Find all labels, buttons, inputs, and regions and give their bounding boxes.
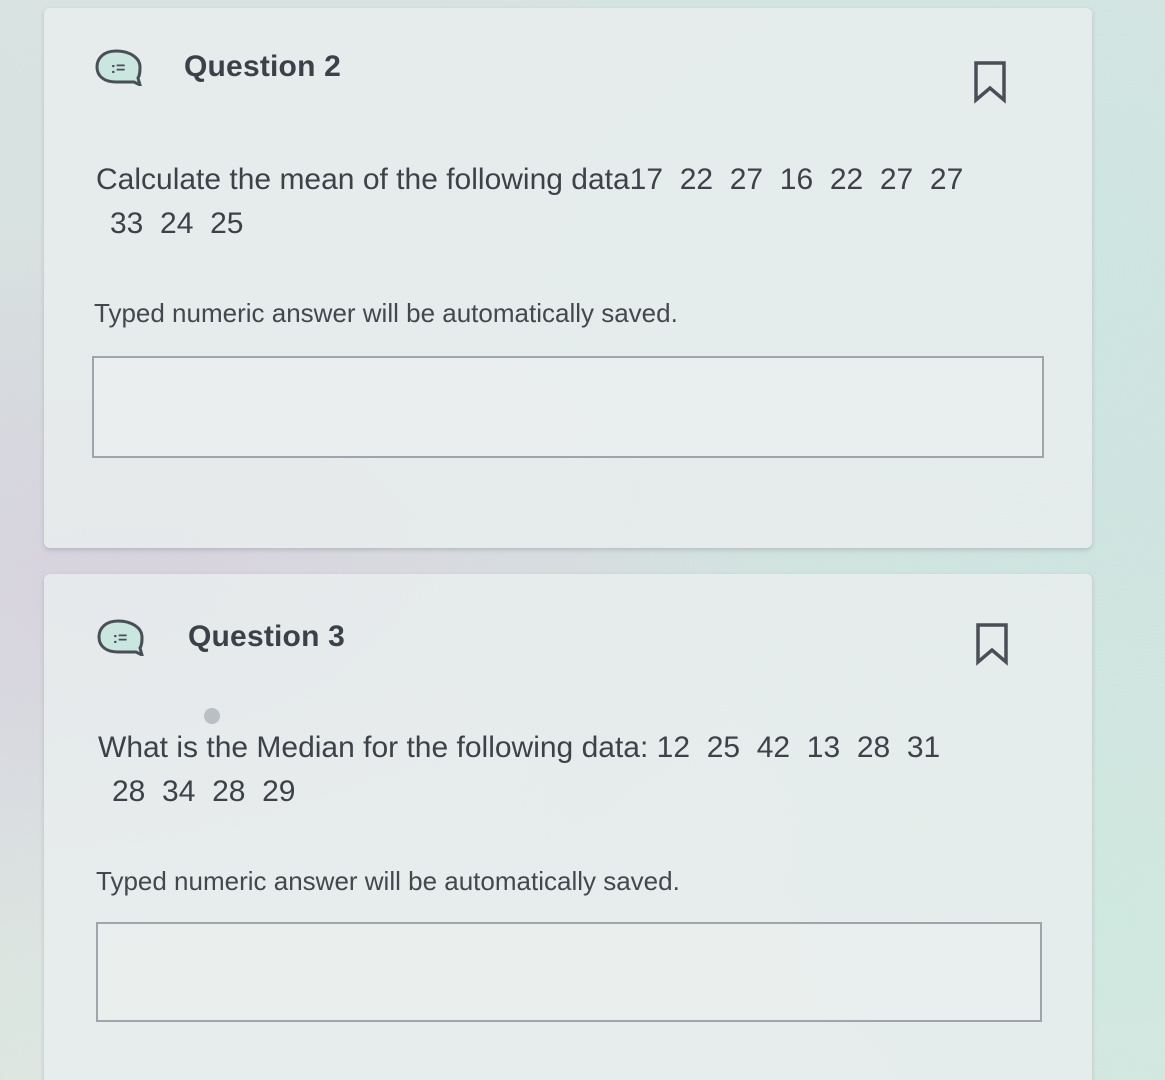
answer-hint: Typed numeric answer will be automatical… — [96, 866, 680, 896]
question-prompt: Calculate the mean of the following data — [96, 163, 630, 196]
question-data-values: 12 25 42 13 28 31 — [656, 731, 941, 764]
svg-text::=: := — [113, 630, 128, 647]
question-text: Calculate the mean of the following data… — [96, 158, 963, 246]
numeric-answer-input[interactable] — [92, 356, 1044, 458]
question-data-values-continued: 33 24 25 — [110, 207, 244, 240]
question-prompt: What is the Median for the following dat… — [98, 731, 649, 764]
question-title: Question 3 — [188, 620, 346, 653]
svg-text::=: := — [111, 60, 126, 77]
question-title: Question 2 — [184, 50, 342, 83]
question-data-values-continued: 28 34 28 29 — [112, 775, 296, 808]
question-card: := Question 2 Calculate the mean of the … — [44, 8, 1092, 548]
numeric-answer-input[interactable] — [96, 922, 1042, 1022]
question-text: What is the Median for the following dat… — [98, 726, 940, 814]
bookmark-icon[interactable] — [972, 60, 1008, 104]
question-list-icon: := — [95, 49, 142, 86]
answer-hint: Typed numeric answer will be automatical… — [94, 298, 678, 328]
decorative-dot — [204, 708, 220, 724]
bookmark-icon[interactable] — [974, 622, 1010, 666]
question-card: := Question 3 What is the Median for the… — [44, 574, 1092, 1080]
question-list-icon: := — [97, 619, 144, 656]
question-data-values: 17 22 27 16 22 27 27 — [629, 163, 964, 196]
